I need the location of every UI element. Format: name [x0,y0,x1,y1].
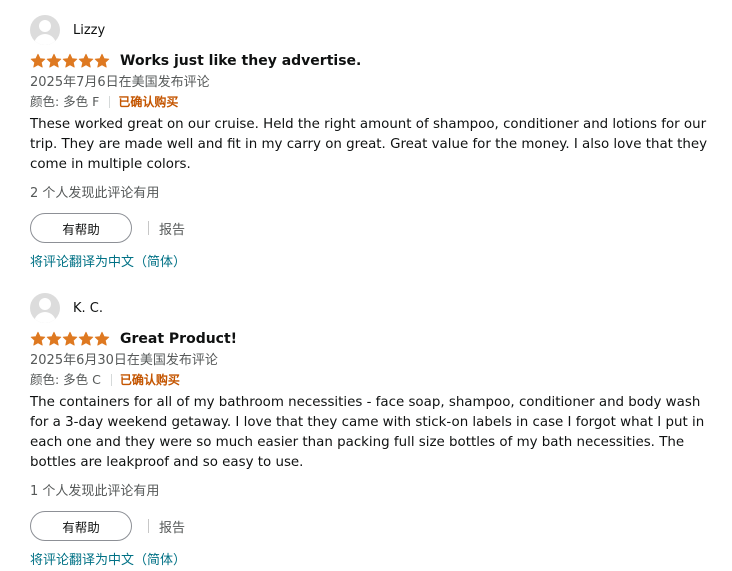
report-link[interactable]: 报告 [159,517,185,536]
review-date: 2025年6月30日在美国发布评论 [30,353,218,368]
translate-review-link[interactable]: 将评论翻译为中文（简体） [30,551,720,571]
reviewer-profile[interactable]: K. C. [30,292,720,324]
review-body: The containers for all of my bathroom ne… [30,395,705,470]
avatar[interactable] [30,293,60,323]
star-icon [94,53,110,69]
divider [148,519,149,533]
reviewer-profile[interactable]: Lizzy [30,14,720,46]
star-rating[interactable] [30,331,110,347]
helpful-button[interactable]: 有帮助 [30,511,132,541]
variant-label[interactable]: 颜色: 多色 C [30,370,101,390]
star-icon [30,53,46,69]
verified-purchase-badge[interactable]: 已确认购买 [120,370,180,390]
variant-label[interactable]: 颜色: 多色 F [30,92,99,112]
helpful-count: 1 个人发现此评论有用 [30,484,160,499]
review-body: These worked great on our cruise. Held t… [30,117,708,172]
divider [110,374,112,386]
report-link[interactable]: 报告 [159,219,185,238]
star-icon [78,331,94,347]
star-icon [78,53,94,69]
divider [148,221,149,235]
star-icon [94,331,110,347]
reviewer-name[interactable]: Lizzy [73,23,105,38]
star-rating[interactable] [30,53,110,69]
review-title[interactable]: Great Product! [120,331,237,347]
star-icon [62,53,78,69]
verified-purchase-badge[interactable]: 已确认购买 [118,92,178,112]
review-card: K. C. Great Product! 2025年6月30日在美国发布评论 颜… [30,292,720,571]
star-icon [46,53,62,69]
review-title[interactable]: Works just like they advertise. [120,53,361,69]
star-icon [30,331,46,347]
avatar[interactable] [30,15,60,45]
divider [109,96,111,108]
helpful-button[interactable]: 有帮助 [30,213,132,243]
review-date: 2025年7月6日在美国发布评论 [30,75,210,90]
star-icon [46,331,62,347]
star-icon [62,331,78,347]
reviewer-name[interactable]: K. C. [73,301,103,316]
helpful-count: 2 个人发现此评论有用 [30,186,160,201]
translate-review-link[interactable]: 将评论翻译为中文（简体） [30,253,720,273]
review-card: Lizzy Works just like they advertise. 20… [30,14,720,273]
